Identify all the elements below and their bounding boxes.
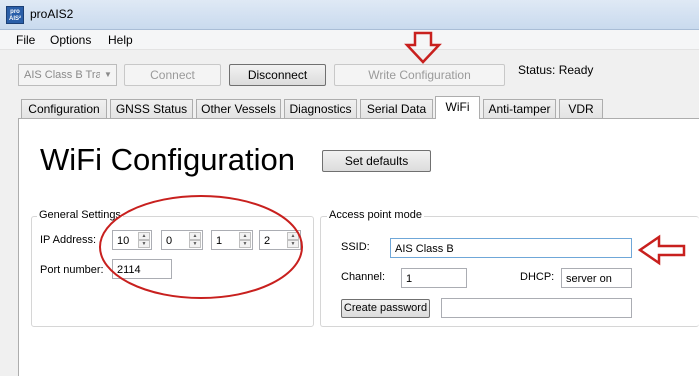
spin-up-icon[interactable]: ▲	[189, 232, 201, 240]
spin-up-icon[interactable]: ▲	[138, 232, 150, 240]
ip-octet-4-value: 2	[264, 235, 271, 247]
port-number-field[interactable]: 2114	[112, 259, 172, 279]
tab-serial-data[interactable]: Serial Data	[360, 99, 433, 118]
menu-bar: File Options Help	[0, 30, 699, 50]
ip-octet-3[interactable]: 1 ▲ ▼	[211, 230, 253, 250]
chevron-down-icon: ▼	[100, 65, 116, 85]
create-password-button[interactable]: Create password	[341, 299, 430, 318]
tab-wifi[interactable]: WiFi	[435, 96, 480, 119]
ip-address-label: IP Address:	[40, 234, 97, 246]
device-select-value: AIS Class B Tran	[24, 69, 108, 81]
channel-field[interactable]: 1	[401, 268, 467, 288]
set-defaults-button[interactable]: Set defaults	[322, 150, 431, 172]
channel-label: Channel:	[341, 271, 386, 283]
password-field[interactable]	[441, 298, 632, 318]
spin-down-icon[interactable]: ▼	[189, 240, 201, 248]
app-icon: pro AIS²	[6, 6, 24, 24]
ip-octet-2[interactable]: 0 ▲ ▼	[161, 230, 203, 250]
spin-down-icon[interactable]: ▼	[239, 240, 251, 248]
menu-options[interactable]: Options	[50, 33, 91, 47]
write-configuration-button[interactable]: Write Configuration	[334, 64, 505, 86]
ssid-label: SSID:	[341, 241, 370, 253]
connect-button[interactable]: Connect	[124, 64, 221, 86]
status-text: Status: Ready	[518, 63, 594, 77]
tab-anti-tamper[interactable]: Anti-tamper	[483, 99, 556, 118]
tab-vdr[interactable]: VDR	[559, 99, 603, 118]
spin-up-icon[interactable]: ▲	[239, 232, 251, 240]
spin-down-icon[interactable]: ▼	[138, 240, 150, 248]
access-point-title: Access point mode	[327, 209, 424, 221]
page-title: WiFi Configuration	[40, 142, 295, 177]
tab-configuration[interactable]: Configuration	[21, 99, 107, 118]
spin-down-icon[interactable]: ▼	[287, 240, 299, 248]
disconnect-button[interactable]: Disconnect	[229, 64, 326, 86]
dhcp-label: DHCP:	[520, 271, 555, 283]
device-select[interactable]: AIS Class B Tran ▼	[18, 64, 117, 86]
tab-diagnostics[interactable]: Diagnostics	[284, 99, 357, 118]
tab-gnss-status[interactable]: GNSS Status	[110, 99, 193, 118]
window-title: proAIS2	[30, 7, 74, 21]
dhcp-field[interactable]: server on	[561, 268, 632, 288]
ip-octet-4[interactable]: 2 ▲ ▼	[259, 230, 301, 250]
ssid-field[interactable]: AIS Class B	[390, 238, 632, 258]
spin-up-icon[interactable]: ▲	[287, 232, 299, 240]
toolbar: AIS Class B Tran ▼ Connect Disconnect Wr…	[0, 50, 699, 96]
ip-octet-1[interactable]: 10 ▲ ▼	[112, 230, 152, 250]
menu-file[interactable]: File	[16, 33, 35, 47]
title-bar: pro AIS² proAIS2	[0, 0, 699, 30]
port-number-label: Port number:	[40, 264, 104, 276]
ip-octet-3-value: 1	[216, 235, 223, 247]
tab-other-vessels[interactable]: Other Vessels	[196, 99, 281, 118]
ip-octet-1-value: 10	[117, 235, 130, 247]
tab-bar: Configuration GNSS Status Other Vessels …	[0, 96, 699, 119]
ip-octet-2-value: 0	[166, 235, 173, 247]
general-settings-title: General Settings	[37, 209, 123, 221]
menu-help[interactable]: Help	[108, 33, 133, 47]
